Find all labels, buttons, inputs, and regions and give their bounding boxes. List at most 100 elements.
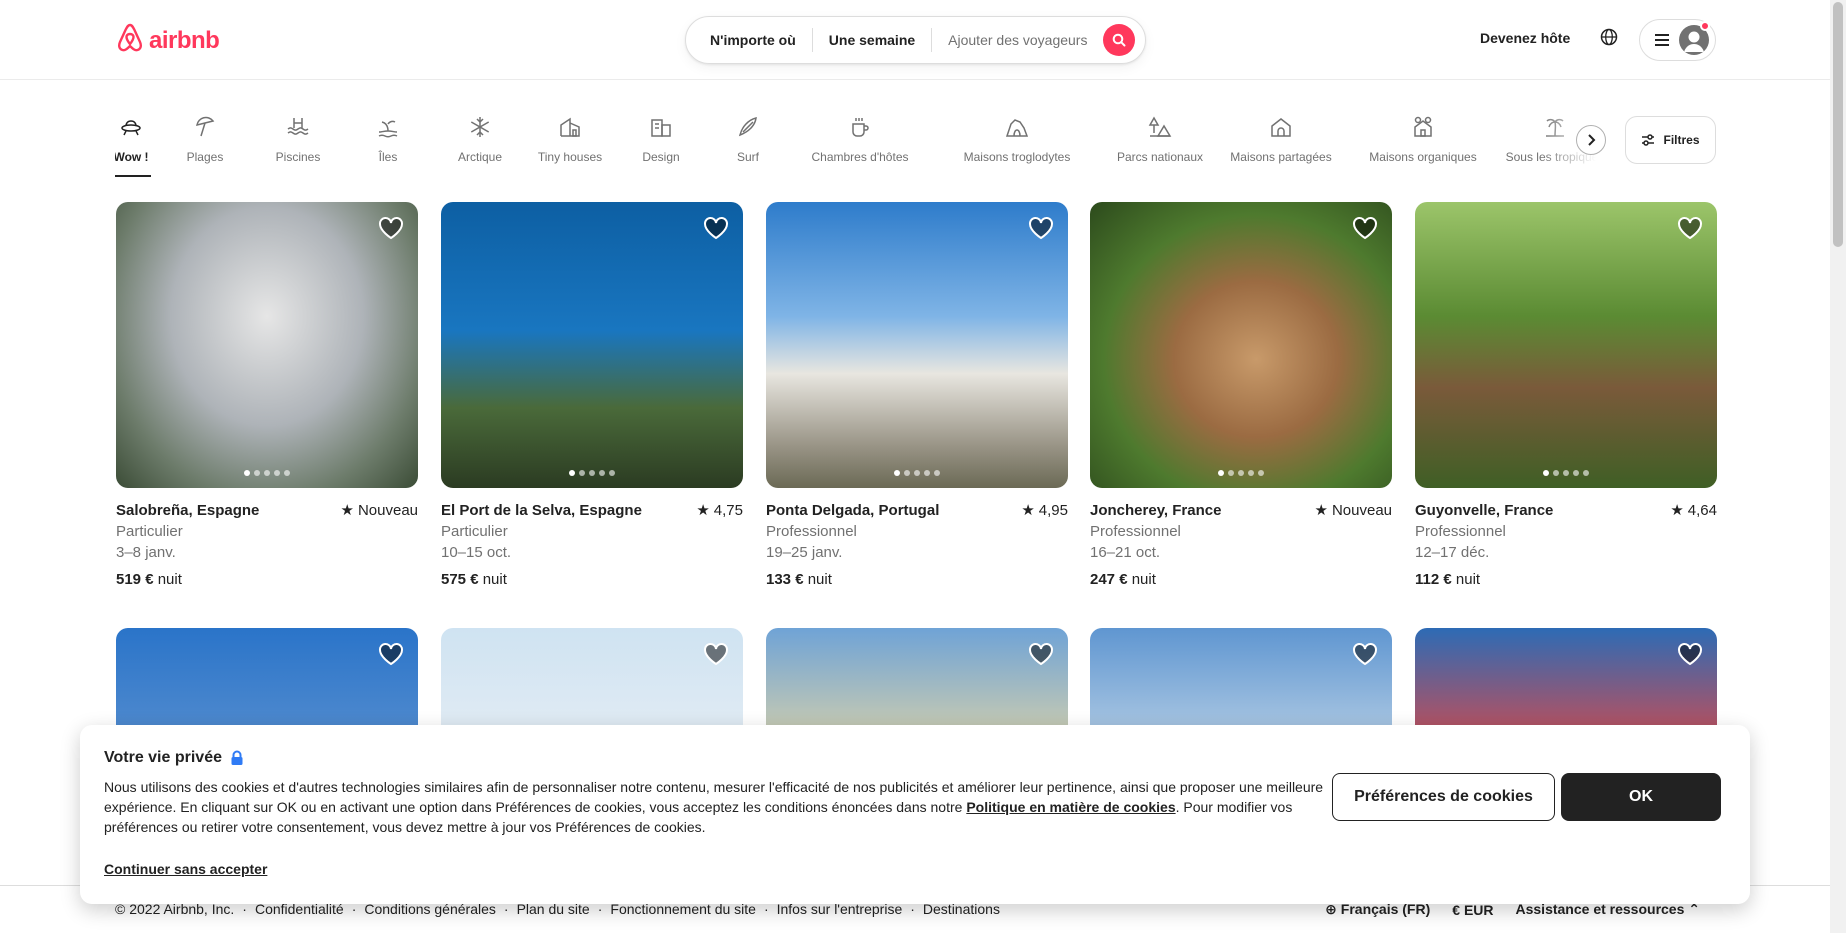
airbnb-logo-icon: [115, 22, 145, 59]
listing-host-type: Professionnel: [1090, 523, 1181, 540]
listing-photo[interactable]: [116, 202, 418, 488]
search-week[interactable]: Une semaine: [813, 32, 931, 48]
organic-home-icon: [1410, 114, 1436, 140]
category-maisons-organiques[interactable]: Maisons organiques: [1350, 106, 1496, 164]
listing-dates: 12–17 déc.: [1415, 544, 1490, 561]
heart-icon[interactable]: [1028, 642, 1054, 671]
listing-price: 575 € nuit: [441, 571, 507, 588]
photo-dots: [894, 470, 940, 476]
scrollbar-thumb[interactable]: [1833, 2, 1843, 247]
category-tiny-houses[interactable]: Tiny houses: [534, 106, 606, 164]
listing-host-type: Particulier: [441, 523, 508, 540]
listing-rating: ★ 4,95: [1021, 502, 1068, 519]
listing-card[interactable]: El Port de la Selva, Espagne ★ 4,75 Partic…: [441, 202, 743, 590]
category-label: Chambres d'hôtes: [811, 150, 909, 164]
category-design[interactable]: Design: [640, 106, 682, 164]
heart-icon[interactable]: [1028, 216, 1054, 245]
hamburger-menu-icon: [1655, 34, 1669, 46]
listing-card[interactable]: Salobreña, Espagne ★ Nouveau Particulier 3…: [116, 202, 418, 590]
mug-icon: [847, 114, 873, 140]
sliders-icon: [1642, 134, 1655, 146]
listing-dates: 16–21 oct.: [1090, 544, 1161, 561]
listing-price: 247 € nuit: [1090, 571, 1156, 588]
heart-icon[interactable]: [378, 642, 404, 671]
star-icon: ★: [1314, 502, 1328, 519]
listing-host-type: Professionnel: [1415, 523, 1506, 540]
category-label: Piscines: [275, 150, 321, 164]
category-label: Design: [642, 150, 680, 164]
search-anywhere[interactable]: N'importe où: [710, 32, 812, 48]
category-troglodytes[interactable]: Maisons troglodytes: [943, 106, 1091, 164]
listing-photo[interactable]: [441, 202, 743, 488]
language-globe-button[interactable]: [1600, 28, 1618, 51]
photo-dots: [1543, 470, 1589, 476]
photo-dots: [569, 470, 615, 476]
listing-photo[interactable]: [766, 202, 1068, 488]
category-wow[interactable]: Wow !: [115, 106, 149, 164]
cookie-description: Nous utilisons des cookies et d'autres t…: [104, 779, 1324, 835]
category-maisons-partagees[interactable]: Maisons partagées: [1211, 106, 1351, 164]
lock-icon: [231, 750, 243, 765]
category-next-button[interactable]: [1576, 125, 1606, 155]
cookie-preferences-button[interactable]: Préférences de cookies: [1332, 773, 1555, 821]
search-bar[interactable]: N'importe où Une semaine Ajouter des voy…: [685, 16, 1146, 64]
category-parcs-nationaux[interactable]: Parcs nationaux: [1115, 106, 1205, 164]
category-piscines[interactable]: Piscines: [275, 106, 321, 164]
cookie-policy-link[interactable]: Politique en matière de cookies: [966, 799, 1175, 815]
airbnb-logo[interactable]: airbnb: [115, 22, 220, 59]
category-label: Îles: [378, 150, 398, 164]
search-button[interactable]: [1103, 24, 1136, 56]
national-park-icon: [1147, 114, 1173, 140]
listing-photo[interactable]: [1415, 202, 1717, 488]
listing-dates: 3–8 janv.: [116, 544, 176, 561]
category-plages[interactable]: Plages: [185, 106, 225, 164]
star-icon: ★: [1670, 502, 1684, 519]
chevron-right-icon: [1588, 134, 1596, 146]
search-guests[interactable]: Ajouter des voyageurs: [932, 32, 1101, 48]
snowflake-icon: [467, 114, 493, 140]
category-bar: Wow ! Plages Piscines Îles Arctique Tiny…: [115, 106, 1605, 182]
listing-card[interactable]: Guyonvelle, France ★ 4,64 Professionnel 12…: [1415, 202, 1717, 590]
listing-price: 519 € nuit: [116, 571, 182, 588]
heart-icon[interactable]: [378, 216, 404, 245]
listing-card[interactable]: Ponta Delgada, Portugal ★ 4,95 Professionn…: [766, 202, 1068, 590]
filters-button[interactable]: Filtres: [1625, 116, 1716, 164]
cookie-banner: Votre vie privée Nous utilisons des cook…: [80, 725, 1750, 904]
heart-icon[interactable]: [703, 642, 729, 671]
listing-card[interactable]: Joncherey, France ★ Nouveau Professionnel …: [1090, 202, 1392, 590]
listing-photo[interactable]: [1090, 202, 1392, 488]
category-arctique[interactable]: Arctique: [450, 106, 510, 164]
listing-rating: ★ 4,75: [696, 502, 743, 519]
category-label: Arctique: [457, 150, 503, 164]
filters-label: Filtres: [1663, 133, 1700, 147]
category-label: Parcs nationaux: [1116, 150, 1204, 164]
search-icon: [1113, 33, 1126, 47]
cookie-title: Votre vie privée: [104, 749, 244, 767]
category-chambres-hotes[interactable]: Chambres d'hôtes: [808, 106, 912, 164]
page-scrollbar[interactable]: [1830, 0, 1846, 933]
listing-location: El Port de la Selva, Espagne: [441, 502, 642, 519]
listing-price: 112 € nuit: [1415, 571, 1481, 588]
listing-host-type: Professionnel: [766, 523, 857, 540]
continue-without-accepting-link[interactable]: Continuer sans accepter: [104, 861, 267, 877]
photo-dots: [1218, 470, 1264, 476]
category-surf[interactable]: Surf: [735, 106, 761, 164]
category-label: Tiny houses: [537, 150, 603, 164]
heart-icon[interactable]: [1352, 216, 1378, 245]
heart-icon[interactable]: [1352, 642, 1378, 671]
listing-rating: ★ Nouveau: [340, 502, 419, 519]
listing-rating: ★ Nouveau: [1314, 502, 1393, 519]
category-label: Surf: [736, 150, 759, 164]
category-iles[interactable]: Îles: [375, 106, 401, 164]
heart-icon[interactable]: [703, 216, 729, 245]
category-label: Maisons organiques: [1369, 150, 1477, 164]
ufo-icon: [118, 114, 144, 140]
become-host-link[interactable]: Devenez hôte: [1480, 30, 1570, 46]
heart-icon[interactable]: [1677, 642, 1703, 671]
tiny-house-icon: [557, 114, 583, 140]
cookie-ok-button[interactable]: OK: [1561, 773, 1721, 821]
photo-dots: [244, 470, 290, 476]
category-label: Maisons troglodytes: [963, 150, 1071, 164]
airbnb-logo-text: airbnb: [149, 26, 220, 54]
heart-icon[interactable]: [1677, 216, 1703, 245]
